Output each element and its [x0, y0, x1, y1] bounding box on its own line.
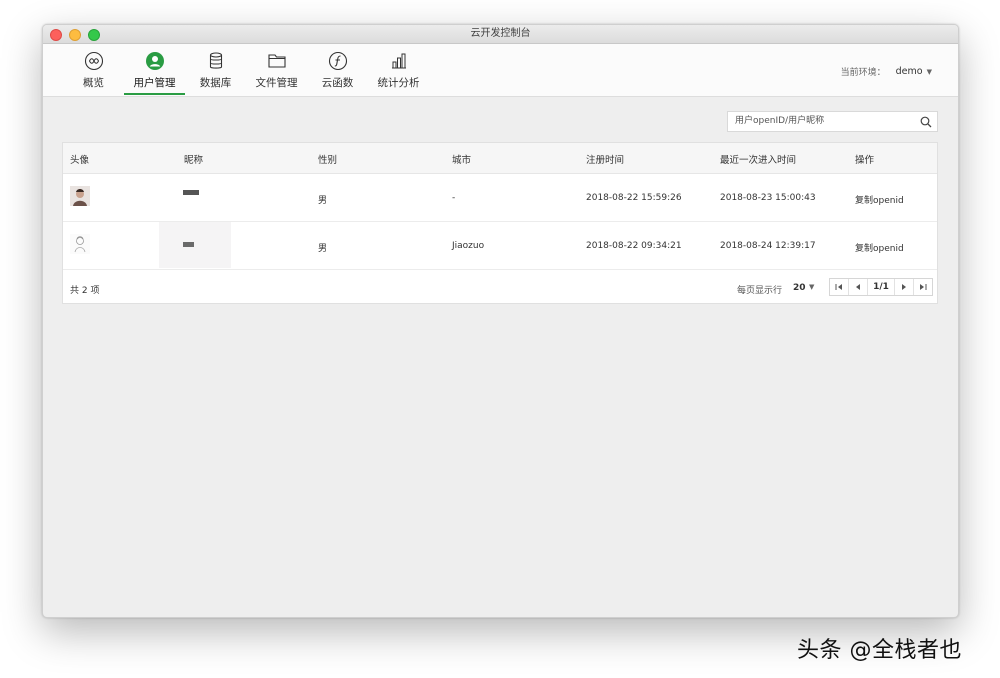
folder-icon: [267, 54, 286, 68]
top-toolbar: 概览 用户管理 数据库 文件管理 云函数 统计分析 当前环境： demo ▼: [43, 44, 958, 97]
chevron-down-icon[interactable]: ▼: [809, 283, 814, 291]
nav-label-statistics: 统计分析: [377, 77, 420, 89]
nav-label-file-management: 文件管理: [255, 77, 298, 89]
minimize-window-button[interactable]: [69, 29, 81, 41]
nickname-cell-bg: [159, 222, 231, 268]
per-page-label: 每页显示行: [737, 286, 783, 296]
prev-page-icon: [856, 284, 860, 290]
cell-gender: 男: [318, 196, 328, 206]
nav-item-file-management[interactable]: 文件管理: [246, 44, 307, 96]
database-icon: [209, 52, 222, 69]
column-header-city: 城市: [452, 155, 472, 166]
overview-icon: [84, 51, 103, 71]
app-window: 云开发控制台 概览 用户管理 数据库 文件管理 云函数 统计分析 当前环境： d…: [42, 24, 959, 618]
window-controls: [50, 29, 100, 41]
cell-city: -: [452, 193, 456, 203]
column-header-nickname: 昵称: [184, 155, 204, 166]
table-header: 头像 昵称 性别 城市 注册时间 最近一次进入时间 操作: [63, 143, 937, 174]
avatar: [70, 234, 90, 254]
per-page-select[interactable]: 20: [793, 283, 806, 293]
nav-item-database[interactable]: 数据库: [185, 44, 246, 96]
watermark: 头条 @全栈者也: [797, 638, 962, 663]
column-header-last-visit: 最近一次进入时间: [720, 155, 797, 166]
search-input[interactable]: 用户openID/用户昵称: [727, 111, 938, 132]
close-window-button[interactable]: [50, 29, 62, 41]
cell-last-visit: 2018-08-23 15:00:43: [720, 193, 816, 203]
search-icon[interactable]: [920, 116, 932, 128]
avatar: [70, 186, 90, 206]
column-header-registered: 注册时间: [586, 155, 625, 166]
column-header-avatar: 头像: [70, 155, 90, 166]
environment-selector[interactable]: 当前环境： demo ▼: [841, 65, 932, 78]
nav-item-statistics[interactable]: 统计分析: [368, 44, 429, 96]
table-row: 男 - 2018-08-22 15:59:26 2018-08-23 15:00…: [63, 174, 937, 222]
function-icon: [328, 51, 347, 71]
cell-registered: 2018-08-22 09:34:21: [586, 241, 682, 251]
env-value: demo: [895, 66, 923, 77]
nav-item-user-management[interactable]: 用户管理: [124, 44, 185, 96]
table-footer: 共 2 项 每页显示行 20 ▼ 1/1: [63, 270, 937, 306]
user-table: 头像 昵称 性别 城市 注册时间 最近一次进入时间 操作 男 - 2018-08…: [62, 142, 938, 304]
last-page-button[interactable]: [914, 279, 932, 295]
window-title: 云开发控制台: [470, 28, 531, 39]
nav-item-overview[interactable]: 概览: [63, 44, 124, 96]
nickname-redacted: [183, 242, 194, 247]
next-page-icon: [902, 284, 906, 290]
next-page-button[interactable]: [895, 279, 914, 295]
cell-last-visit: 2018-08-24 12:39:17: [720, 241, 816, 251]
chevron-down-icon: ▼: [926, 67, 932, 76]
maximize-window-button[interactable]: [88, 29, 100, 41]
chart-icon: [391, 53, 406, 69]
nav-label-database: 数据库: [199, 77, 232, 89]
title-bar: 云开发控制台: [43, 25, 958, 44]
last-page-icon: [920, 284, 927, 290]
copy-openid-link[interactable]: 复制openid: [855, 193, 904, 206]
nav-label-overview: 概览: [83, 77, 104, 89]
pagination: 1/1: [829, 278, 933, 296]
cell-gender: 男: [318, 244, 328, 254]
column-header-action: 操作: [855, 155, 875, 166]
copy-openid-link[interactable]: 复制openid: [855, 241, 904, 254]
cell-registered: 2018-08-22 15:59:26: [586, 193, 682, 203]
table-row: 男 Jiaozuo 2018-08-22 09:34:21 2018-08-24…: [63, 222, 937, 270]
main-nav: 概览 用户管理 数据库 文件管理 云函数 统计分析: [63, 44, 429, 96]
nav-label-cloud-function: 云函数: [321, 77, 354, 89]
first-page-button[interactable]: [830, 279, 849, 295]
prev-page-button[interactable]: [849, 279, 868, 295]
nickname-redacted: [183, 190, 199, 195]
first-page-icon: [835, 284, 842, 290]
page-indicator: 1/1: [868, 279, 895, 295]
cell-city: Jiaozuo: [452, 241, 485, 251]
search-placeholder: 用户openID/用户昵称: [735, 116, 825, 126]
env-label: 当前环境：: [840, 68, 886, 78]
column-header-gender: 性别: [318, 155, 338, 166]
nav-item-cloud-function[interactable]: 云函数: [307, 44, 368, 96]
nav-label-user-management: 用户管理: [133, 77, 176, 89]
user-icon: [145, 52, 164, 70]
total-count: 共 2 项: [70, 286, 100, 296]
